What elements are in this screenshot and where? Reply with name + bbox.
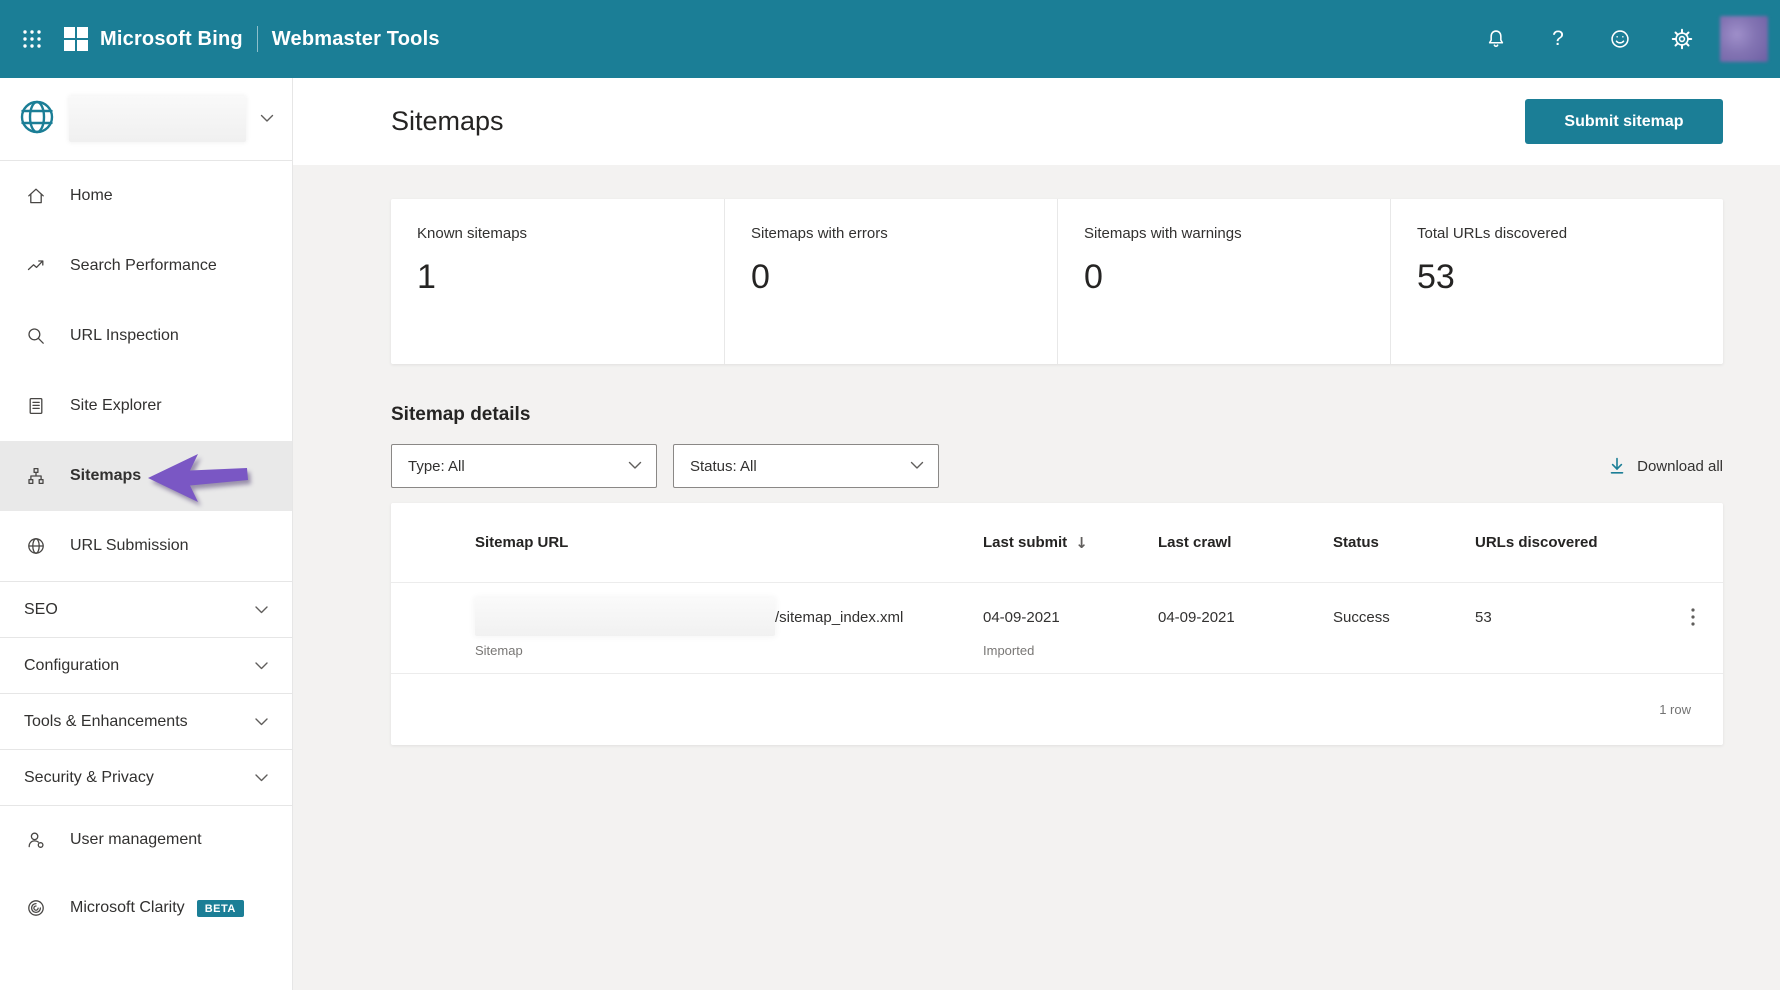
stats-cards: Known sitemaps 1 Sitemaps with errors 0 … <box>391 199 1723 364</box>
chevron-down-icon <box>260 110 274 128</box>
chevron-down-icon <box>255 769 268 787</box>
cell-row-actions <box>1661 597 1723 659</box>
site-name-redacted <box>69 96 246 142</box>
sidebar-section-configuration[interactable]: Configuration <box>0 637 292 693</box>
chevron-down-icon <box>255 713 268 731</box>
sidebar: Home Search Performance URL Inspection S… <box>0 78 293 990</box>
column-sitemap-url: Sitemap URL <box>475 534 569 551</box>
sidebar-sections: SEO Configuration Tools & Enhancements S… <box>0 581 292 806</box>
column-status: Status <box>1333 534 1379 551</box>
document-icon <box>26 396 46 416</box>
sort-descending-icon: ↓ <box>1075 533 1088 552</box>
sidebar-section-seo[interactable]: SEO <box>0 581 292 637</box>
chevron-down-icon <box>255 657 268 675</box>
sidebar-item-microsoft-clarity[interactable]: Microsoft Clarity BETA <box>0 874 292 942</box>
status-filter-dropdown[interactable]: Status: All <box>673 444 939 488</box>
chevron-down-icon <box>255 601 268 619</box>
sidebar-nav: Home Search Performance URL Inspection S… <box>0 161 292 942</box>
sidebar-item-site-explorer[interactable]: Site Explorer <box>0 371 292 441</box>
stat-known-sitemaps: Known sitemaps 1 <box>417 225 528 296</box>
sidebar-item-home[interactable]: Home <box>0 161 292 231</box>
cell-sitemap-url: /sitemap_index.xml Sitemap <box>475 597 983 659</box>
row-count: 1 row <box>1659 702 1691 717</box>
sidebar-item-user-management[interactable]: User management <box>0 806 292 874</box>
sidebar-item-search-performance[interactable]: Search Performance <box>0 231 292 301</box>
type-filter-dropdown[interactable]: Type: All <box>391 444 657 488</box>
home-icon <box>26 186 46 206</box>
person-icon <box>26 830 46 850</box>
clarity-icon <box>26 898 46 918</box>
sitemap-type-label: Sitemap <box>475 643 523 658</box>
settings-gear-icon[interactable] <box>1670 27 1694 51</box>
globe-icon <box>26 536 46 556</box>
page-title: Sitemaps <box>391 106 504 136</box>
column-last-crawl: Last crawl <box>1158 534 1232 551</box>
main-area: Sitemaps Submit sitemap Known sitemaps 1… <box>293 78 1780 990</box>
stat-sitemaps-with-warnings: Sitemaps with warnings 0 <box>1057 199 1390 364</box>
beta-badge: BETA <box>196 899 244 917</box>
download-all-button[interactable]: Download all <box>1607 456 1723 476</box>
status-value: Success <box>1333 608 1390 626</box>
site-globe-icon <box>17 97 57 142</box>
top-app-bar: Microsoft Bing Webmaster Tools ? <box>0 0 1780 78</box>
app-window: Microsoft Bing Webmaster Tools ? Home Se… <box>0 0 1780 990</box>
sidebar-section-security-privacy[interactable]: Security & Privacy <box>0 749 292 805</box>
column-urls-discovered: URLs discovered <box>1475 534 1598 551</box>
submit-note: Imported <box>983 643 1035 658</box>
brand-divider <box>256 26 258 52</box>
magnifier-icon <box>26 326 46 346</box>
sitemap-details-heading: Sitemap details <box>391 404 531 425</box>
column-last-submit[interactable]: Last submit ↓ <box>983 534 1158 552</box>
user-avatar[interactable] <box>1720 16 1768 62</box>
sidebar-item-sitemaps[interactable]: Sitemaps <box>0 441 292 511</box>
cell-urls-discovered: 53 <box>1475 608 1492 626</box>
waffle-menu-icon[interactable] <box>18 25 46 53</box>
microsoft-logo-icon <box>62 25 90 53</box>
feedback-smiley-icon[interactable] <box>1608 27 1632 51</box>
table-footer: 1 row <box>391 673 1723 745</box>
stat-sitemaps-with-errors: Sitemaps with errors 0 <box>724 199 1057 364</box>
product-name: Webmaster Tools <box>271 27 440 50</box>
download-icon <box>1610 457 1624 474</box>
stat-total-urls-discovered: Total URLs discovered 53 <box>1390 199 1723 364</box>
sitemap-domain-redacted <box>475 598 775 636</box>
cell-status: Success <box>1333 597 1475 659</box>
row-menu-kebab-icon[interactable] <box>1681 597 1705 637</box>
notifications-bell-icon[interactable] <box>1484 27 1508 51</box>
cell-last-crawl: 04-09-2021 <box>1158 608 1235 626</box>
cell-last-submit: 04-09-2021 Imported <box>983 597 1158 659</box>
table-row: /sitemap_index.xml Sitemap 04-09-2021 Im… <box>391 582 1723 673</box>
sidebar-item-url-submission[interactable]: URL Submission <box>0 511 292 581</box>
topbar-actions: ? <box>1484 16 1768 62</box>
sitemaps-table: Sitemap URL Last submit ↓ Last crawl Sta… <box>391 503 1723 745</box>
page-content: Known sitemaps 1 Sitemaps with errors 0 … <box>293 165 1780 990</box>
trend-icon <box>26 256 46 276</box>
table-header-row: Sitemap URL Last submit ↓ Last crawl Sta… <box>391 503 1723 582</box>
site-selector[interactable] <box>0 78 292 161</box>
sidebar-section-tools-enhancements[interactable]: Tools & Enhancements <box>0 693 292 749</box>
chevron-down-icon <box>910 457 924 475</box>
sidebar-item-url-inspection[interactable]: URL Inspection <box>0 301 292 371</box>
page-header: Sitemaps Submit sitemap <box>293 78 1780 165</box>
brand-name: Microsoft Bing <box>100 27 243 50</box>
sitemap-icon <box>26 466 46 486</box>
filter-row: Type: All Status: All Download all <box>391 444 1723 488</box>
chevron-down-icon <box>628 457 642 475</box>
help-icon[interactable]: ? <box>1546 27 1570 51</box>
submit-sitemap-button[interactable]: Submit sitemap <box>1525 99 1723 144</box>
